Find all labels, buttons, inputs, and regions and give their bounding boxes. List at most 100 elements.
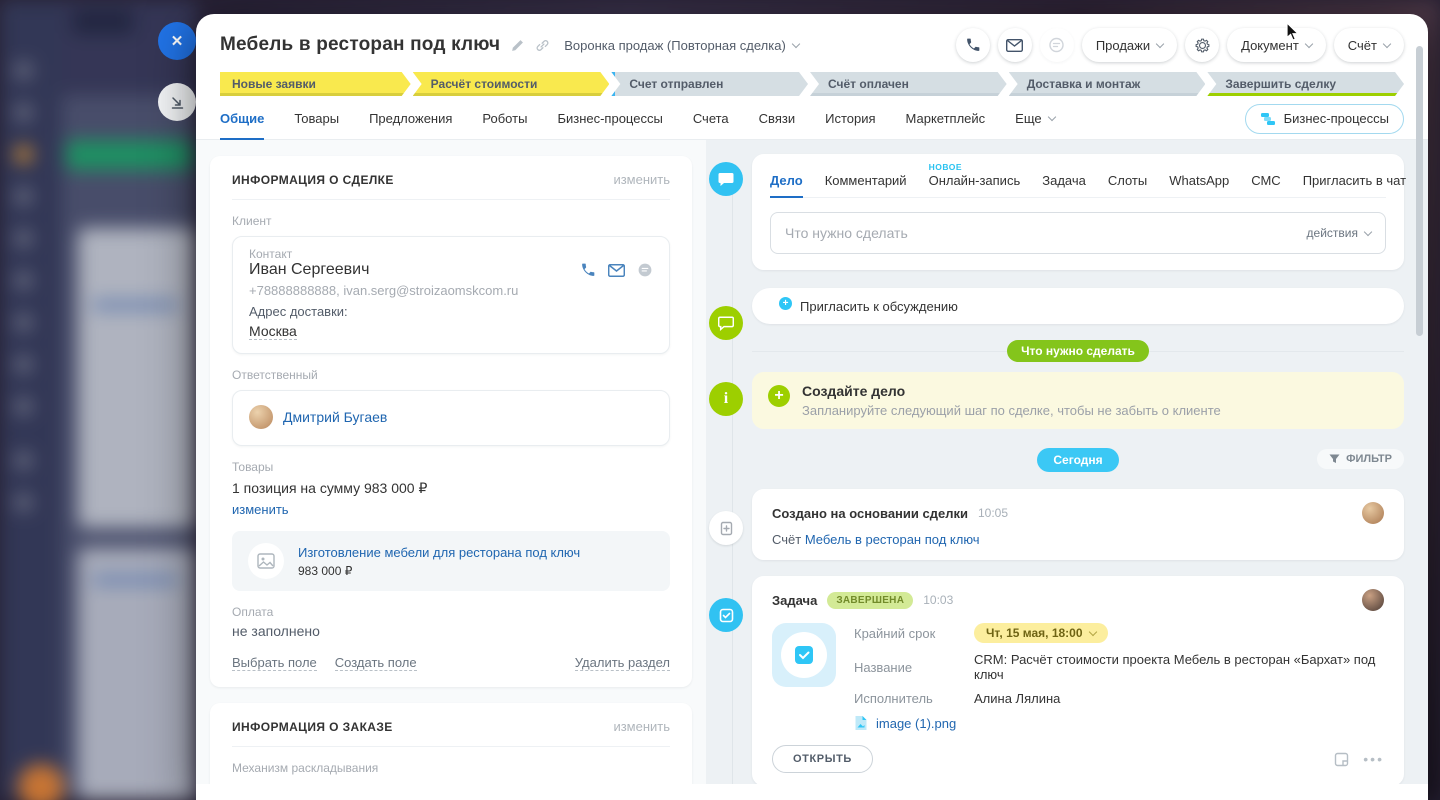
todo-pill-button[interactable]: Что нужно сделать [1007,340,1149,362]
tab-history[interactable]: История [825,98,875,139]
responsible-name[interactable]: Дмитрий Бугаев [283,409,387,425]
stage-invoice-paid[interactable]: Счёт оплачен [810,72,1007,96]
deal-slider-window: Мебель в ресторан под ключ Воронка прода… [196,14,1428,800]
tab-task[interactable]: Задача [1042,173,1086,197]
products-label: Товары [232,460,670,474]
deadline-pill[interactable]: Чт, 15 мая, 18:00 [974,623,1108,643]
deal-header: Мебель в ресторан под ключ Воронка прода… [196,14,1428,140]
order-info-title: ИНФОРМАЦИЯ О ЗАКАЗЕ [232,720,393,734]
contact-mail-icon[interactable] [608,264,625,277]
client-label: Клиент [232,214,670,228]
tab-more[interactable]: Еще [1015,98,1054,139]
tab-general[interactable]: Общие [220,98,264,139]
assignee-link[interactable]: Алина Лялина [974,691,1060,706]
tab-sms[interactable]: СМС [1251,173,1280,197]
tab-activity[interactable]: Дело [770,173,803,197]
minimize-button[interactable] [158,83,196,121]
chevron-down-icon [1088,627,1096,635]
delete-section-link[interactable]: Удалить раздел [575,655,670,671]
tab-slots[interactable]: Слоты [1108,173,1147,197]
order-info-edit-link[interactable]: изменить [613,719,670,734]
business-processes-button[interactable]: Бизнес-процессы [1245,104,1404,134]
choose-field-link[interactable]: Выбрать поле [232,655,317,671]
email-button[interactable] [998,28,1032,62]
stage-close-deal[interactable]: Завершить сделку [1207,72,1404,96]
tab-products[interactable]: Товары [294,98,339,139]
tab-relations[interactable]: Связи [759,98,795,139]
more-actions-icon[interactable]: ••• [1363,751,1384,767]
products-edit-link[interactable]: изменить [232,502,289,517]
minimize-icon [170,95,185,110]
tab-marketplace[interactable]: Маркетплейс [906,98,986,139]
deal-info-edit-link[interactable]: изменить [613,172,670,187]
today-pill-button[interactable]: Сегодня [1037,448,1118,472]
sales-dropdown[interactable]: Продажи [1082,28,1177,62]
tab-invoices[interactable]: Счета [693,98,729,139]
invoice-link[interactable]: Мебель в ресторан под ключ [805,532,980,547]
business-processes-label: Бизнес-процессы [1284,111,1389,126]
task-name-label: Название [854,660,974,675]
settings-button[interactable] [1185,28,1219,62]
modal-scrollbar[interactable] [1416,46,1423,336]
create-activity-hint: i + Создайте дело Запланируйте следующий… [752,372,1404,429]
entry-title: Задача [772,593,817,608]
tab-invite-to-chat[interactable]: Пригласить в чат [1303,173,1406,197]
product-row[interactable]: Изготовление мебели для ресторана под кл… [232,531,670,591]
field-value: не заполнено [232,779,670,784]
tab-whatsapp[interactable]: WhatsApp [1169,173,1229,197]
entry-avatar [1362,589,1384,611]
tab-quotes[interactable]: Предложения [369,98,452,139]
contact-card[interactable]: Контакт Иван Сергеевич +78888888888, iva… [232,236,670,354]
edit-title-icon[interactable] [510,38,525,53]
contact-details: +78888888888, ivan.serg@stroizaomskcom.r… [249,283,653,298]
tab-robots[interactable]: Роботы [482,98,527,139]
stage-delivery[interactable]: Доставка и монтаж [1009,72,1206,96]
invoice-dropdown[interactable]: Счёт [1334,28,1404,62]
contact-chat-icon[interactable] [637,262,653,278]
document-dropdown[interactable]: Документ [1227,28,1326,62]
delivery-address-value[interactable]: Москва [249,323,297,340]
contact-phone-icon[interactable] [580,262,596,278]
entry-time: 10:05 [978,506,1008,520]
actions-dropdown[interactable]: действия [1307,226,1371,240]
contact-name[interactable]: Иван Сергеевич [249,261,369,279]
tab-online-booking-label: Онлайн-запись [929,173,1021,188]
todo-input[interactable] [785,225,1307,241]
info-icon: i [709,382,743,416]
call-button[interactable] [956,28,990,62]
copy-link-icon[interactable] [535,38,550,53]
filter-button[interactable]: ФИЛЬТР [1317,449,1404,469]
stage-cost-calculation[interactable]: Расчёт стоимости [413,72,610,96]
create-field-link[interactable]: Создать поле [335,655,417,671]
close-button[interactable]: ✕ [158,22,196,60]
attachment-name[interactable]: image (1).png [876,716,956,731]
assignee-label: Исполнитель [854,691,974,706]
funnel-selector[interactable]: Воронка продаж (Повторная сделка) [564,38,799,53]
stage-new-requests[interactable]: Новые заявки [220,72,411,96]
add-activity-button[interactable]: + [768,385,790,407]
timeline-entry-task: Задача ЗАВЕРШЕНА 10:03 [752,576,1404,784]
activity-composer: Дело Комментарий НОВОЕОнлайн-запись Зада… [752,154,1404,270]
products-summary: 1 позиция на сумму 983 000 ₽ [232,480,670,497]
product-name[interactable]: Изготовление мебели для ресторана под кл… [298,545,580,560]
stage-label: Новые заявки [232,77,316,91]
task-check-icon [709,598,743,632]
stage-invoice-sent[interactable]: Счет отправлен [611,72,808,96]
chat-button[interactable] [1040,28,1074,62]
tab-online-booking[interactable]: НОВОЕОнлайн-запись [929,173,1021,197]
open-task-button[interactable]: ОТКРЫТЬ [772,745,873,773]
delivery-address-label: Адрес доставки: [249,304,653,319]
gear-icon [1194,37,1211,54]
order-info-card: ИНФОРМАЦИЯ О ЗАКАЗЕ изменить Механизм ра… [210,703,692,784]
task-name-link[interactable]: CRM: Расчёт стоимости проекта Мебель в р… [974,652,1384,682]
close-icon: ✕ [171,32,184,50]
invite-discussion-row[interactable]: + Пригласить к обсуждению [752,288,1404,324]
chevron-down-icon [1156,39,1164,47]
stage-label: Счёт оплачен [828,77,909,91]
chevron-down-icon [1047,113,1055,121]
pin-note-icon[interactable] [1334,752,1349,767]
tab-comment[interactable]: Комментарий [825,173,907,197]
filter-label: ФИЛЬТР [1346,453,1392,465]
attachment-row[interactable]: image (1).png [854,715,1384,731]
tab-business-processes[interactable]: Бизнес-процессы [557,98,662,139]
